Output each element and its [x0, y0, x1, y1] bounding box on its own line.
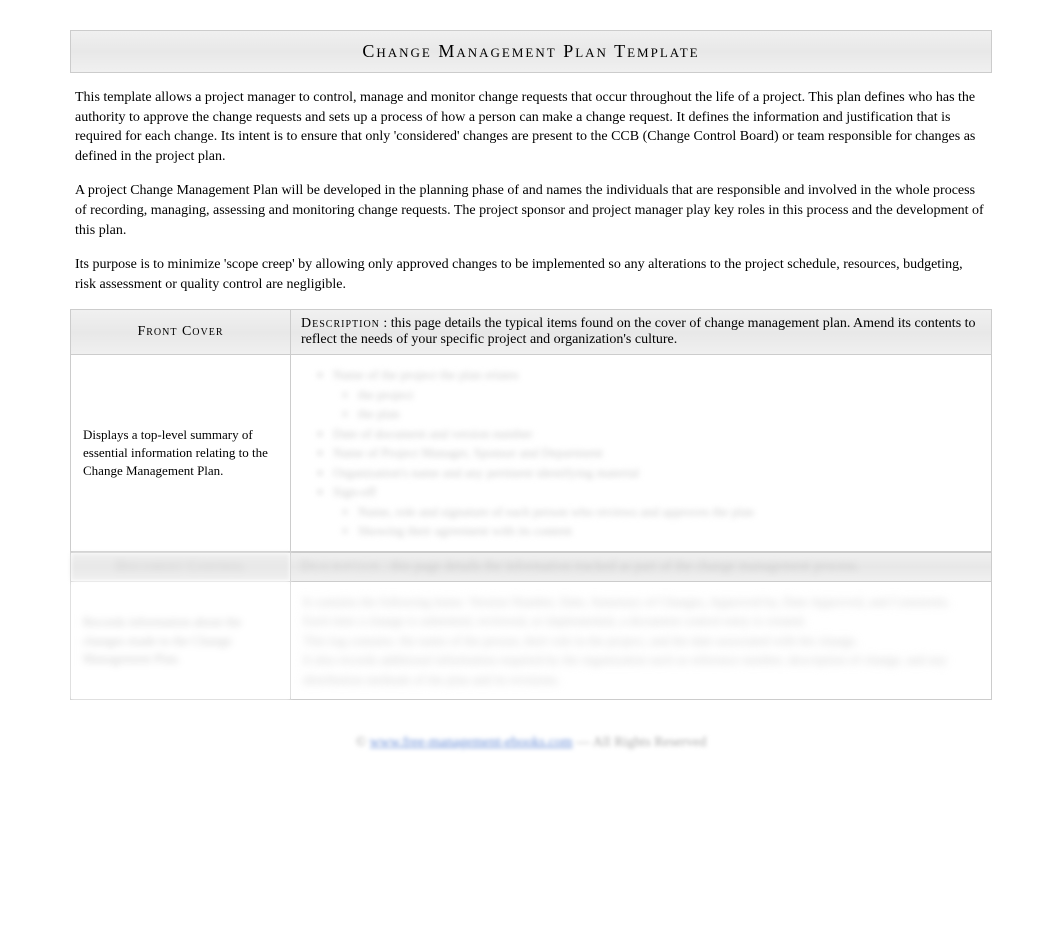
section-summary-doc-control: Records information about the changes ma… — [71, 581, 291, 700]
footer: © www.free-management-ebooks.com — All R… — [70, 735, 992, 751]
intro-paragraph-3: Its purpose is to minimize 'scope creep'… — [70, 255, 992, 294]
intro-paragraph-1: This template allows a project manager t… — [70, 88, 992, 166]
document-title: Change Management Plan Template — [70, 30, 992, 73]
footer-link[interactable]: www.free-management-ebooks.com — [370, 735, 573, 750]
section-detail-doc-control: It contains the following items: Version… — [291, 581, 992, 700]
footer-copyright: © — [356, 735, 370, 750]
front-cover-section: Front Cover Description : this page deta… — [70, 309, 992, 552]
intro-paragraph-2: A project Change Management Plan will be… — [70, 181, 992, 240]
section-name-front-cover: Front Cover — [71, 310, 291, 355]
section-description-front-cover: Description : this page details the typi… — [291, 310, 992, 355]
footer-rights: — All Rights Reserved — [576, 735, 706, 750]
description-text: : this page details the typical items fo… — [301, 316, 976, 347]
document-control-section: Document Control Description : this page… — [70, 552, 992, 701]
section-name-doc-control: Document Control — [71, 552, 291, 581]
description-label: Description — [301, 316, 380, 331]
section-description-doc-control: Description : this page details the info… — [291, 552, 992, 581]
section-detail-front-cover: Name of the project the plan relates the… — [291, 355, 992, 552]
section-summary-front-cover: Displays a top-level summary of essentia… — [71, 355, 291, 552]
